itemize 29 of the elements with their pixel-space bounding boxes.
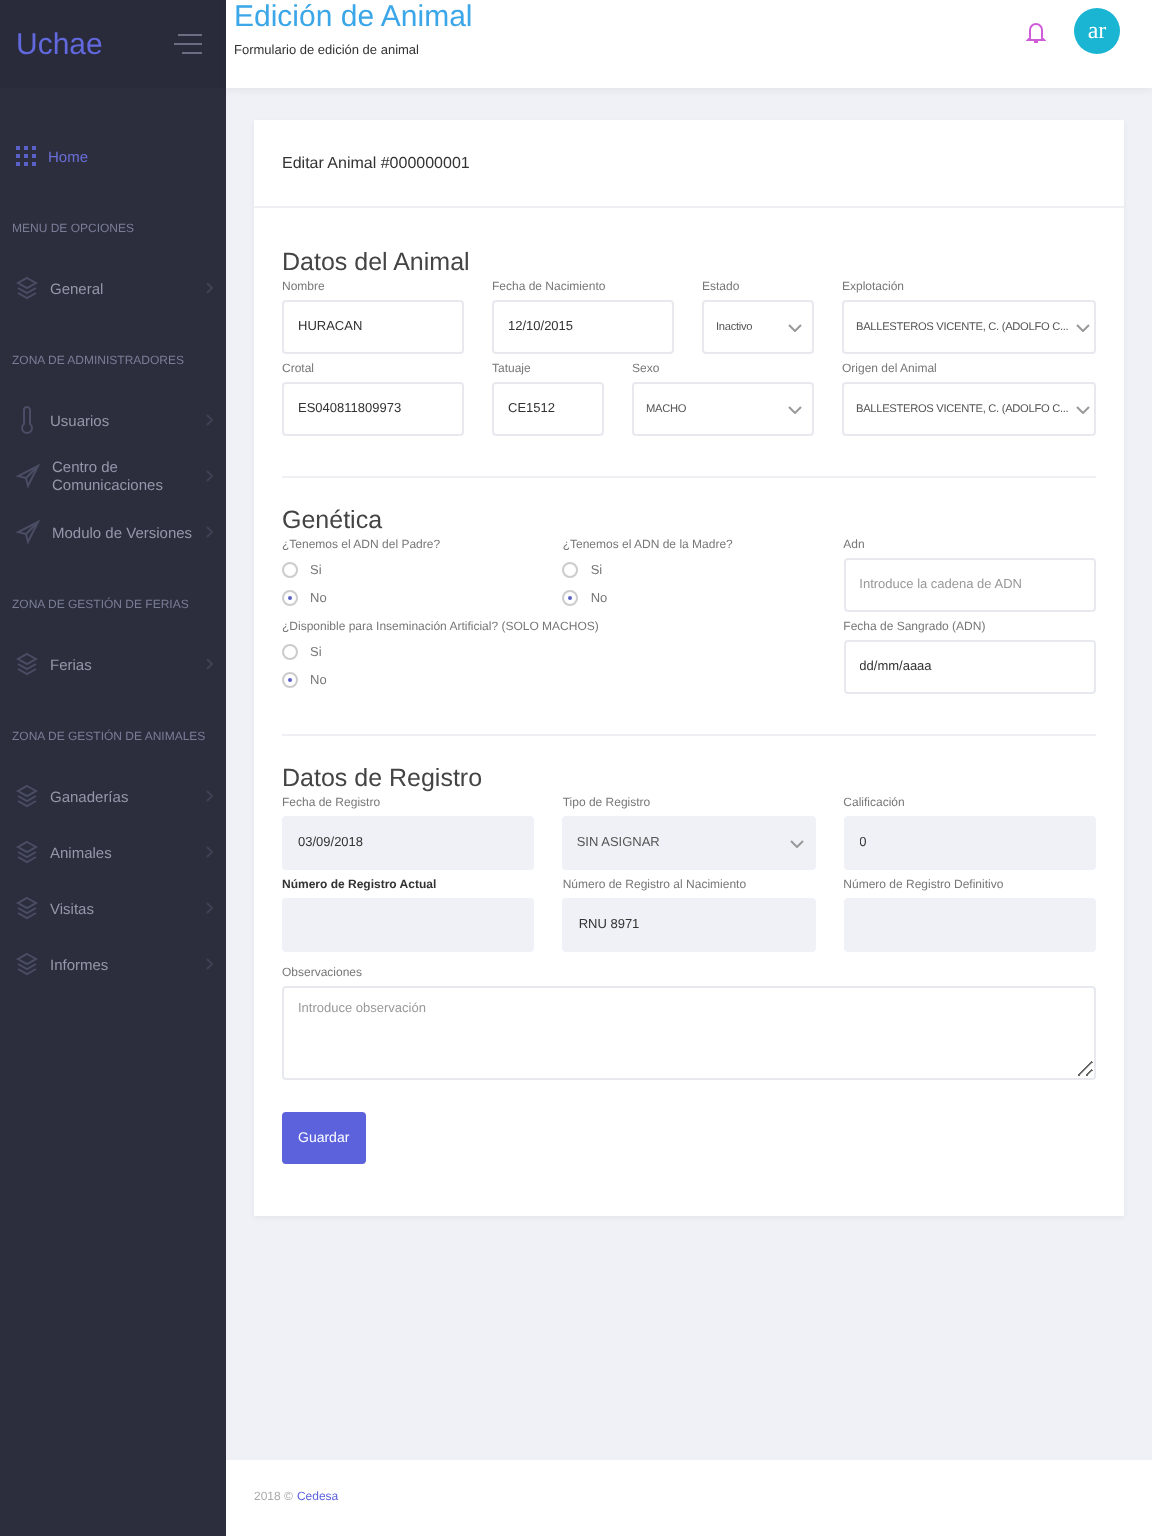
chevron-down-icon	[789, 839, 804, 847]
grid-icon	[16, 146, 36, 166]
menu-icon	[174, 32, 202, 56]
layers-icon	[16, 896, 38, 920]
radio-button[interactable]	[282, 562, 298, 578]
radio-button[interactable]	[282, 672, 298, 688]
chevron-down-icon	[1076, 323, 1091, 331]
radio-button[interactable]	[282, 644, 298, 660]
layers-icon	[16, 952, 38, 976]
section-title: Genética	[282, 506, 385, 534]
layers-icon	[16, 652, 38, 676]
radio-button[interactable]	[282, 590, 298, 606]
radio-button[interactable]	[562, 590, 579, 606]
chevron-down-icon	[1076, 405, 1091, 413]
thermometer-icon	[16, 406, 38, 434]
chevron-down-icon	[788, 405, 802, 413]
layers-icon	[16, 784, 38, 808]
bell-icon[interactable]	[1026, 19, 1046, 43]
layers-icon	[16, 276, 38, 300]
paper-plane-icon	[16, 464, 40, 488]
card-title: Editar Animal #000000001	[254, 120, 1124, 208]
chevron-down-icon	[788, 323, 802, 331]
section-title: Datos del Animal	[282, 248, 472, 276]
radio-button[interactable]	[562, 562, 579, 578]
layers-icon	[16, 840, 38, 864]
paper-plane-icon	[16, 520, 40, 544]
section-title: Datos de Registro	[282, 764, 485, 792]
brand-logo[interactable]: Uchae	[16, 27, 103, 61]
page-title: Edición de Animal	[234, 0, 473, 36]
